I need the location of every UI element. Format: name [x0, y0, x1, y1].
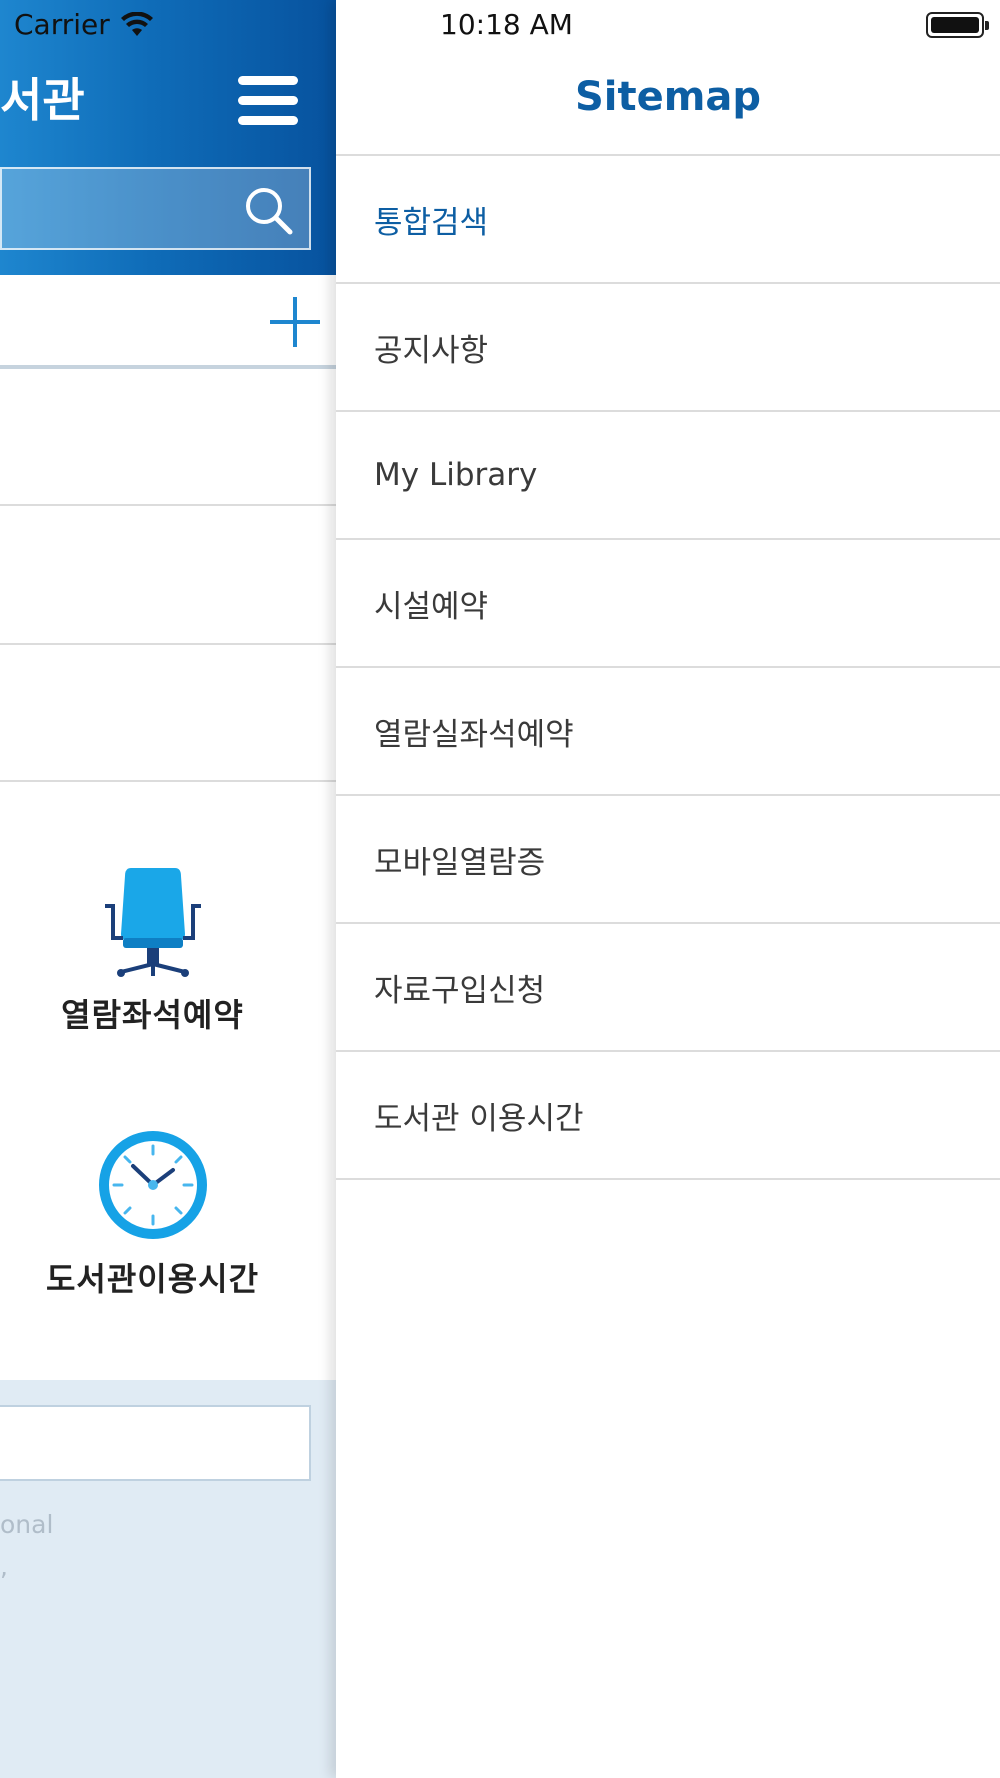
quick-menu-library-hours[interactable]: 도서관이용시간	[0, 1130, 305, 1300]
sitemap-item-integrated-search[interactable]: 통합검색	[336, 156, 1000, 284]
footer-text: ,	[0, 1552, 8, 1581]
clock-icon	[98, 1131, 207, 1239]
sitemap-item-label: 도서관 이용시간	[374, 1100, 584, 1137]
sitemap-item-my-library[interactable]: My Library	[336, 412, 1000, 540]
quick-menu-label: 열람좌석예약	[61, 996, 244, 1034]
sitemap-item-label: 공지사항	[374, 332, 489, 369]
footer-text: onal	[0, 1510, 54, 1539]
footer-area: onal ,	[0, 1380, 336, 1778]
hamburger-menu-button[interactable]	[238, 76, 298, 126]
list-item[interactable]	[0, 508, 336, 645]
hamburger-line	[238, 116, 298, 125]
list-item[interactable]	[0, 645, 336, 782]
app-title: 서관	[0, 73, 85, 127]
wifi-icon	[120, 11, 153, 36]
search-input[interactable]	[0, 167, 311, 250]
sitemap-item-mobile-card[interactable]: 모바일열람증	[336, 796, 1000, 924]
hamburger-line	[238, 76, 298, 85]
carrier-label: Carrier	[14, 8, 110, 41]
sitemap-item-label: 통합검색	[374, 204, 489, 241]
sitemap-item-reading-room-seat[interactable]: 열람실좌석예약	[336, 668, 1000, 796]
add-icon[interactable]	[270, 297, 320, 347]
sitemap-item-label: 시설예약	[374, 588, 489, 625]
sitemap-item-notices[interactable]: 공지사항	[336, 284, 1000, 412]
sitemap-menu: 통합검색 공지사항 My Library 시설예약 열람실좌석예약 모바일열람증…	[336, 156, 1000, 1180]
sitemap-item-library-hours[interactable]: 도서관 이용시간	[336, 1052, 1000, 1180]
hamburger-line	[238, 96, 298, 105]
sitemap-panel: 10:18 AM Sitemap 통합검색 공지사항 My Library 시설…	[336, 0, 1000, 1778]
sitemap-item-label: 모바일열람증	[374, 844, 546, 881]
sitemap-item-label: 자료구입신청	[374, 972, 546, 1009]
footer-input[interactable]	[0, 1405, 311, 1481]
quick-menu-seat-reservation[interactable]: 열람좌석예약	[0, 868, 305, 1036]
search-icon[interactable]	[243, 185, 293, 235]
app-header: Carrier 서관	[0, 0, 336, 275]
battery-icon	[926, 12, 989, 38]
sitemap-item-label: 열람실좌석예약	[374, 716, 574, 753]
main-app-view: Carrier 서관 열람좌석예약 도서관이용시간 onal ,	[0, 0, 336, 1778]
add-row	[0, 275, 336, 369]
sitemap-item-purchase-request[interactable]: 자료구입신청	[336, 924, 1000, 1052]
screen: Carrier 서관 열람좌석예약 도서관이용시간 onal , 10:18 A…	[0, 0, 1000, 1778]
sitemap-item-facility-reservation[interactable]: 시설예약	[336, 540, 1000, 668]
status-time: 10:18 AM	[440, 8, 573, 41]
sitemap-item-label: My Library	[374, 457, 538, 493]
list-item[interactable]	[0, 369, 336, 506]
quick-menu-label: 도서관이용시간	[45, 1260, 260, 1298]
page-title: Sitemap	[574, 74, 762, 120]
carrier-indicator: Carrier	[14, 8, 154, 41]
chair-icon	[104, 868, 201, 977]
